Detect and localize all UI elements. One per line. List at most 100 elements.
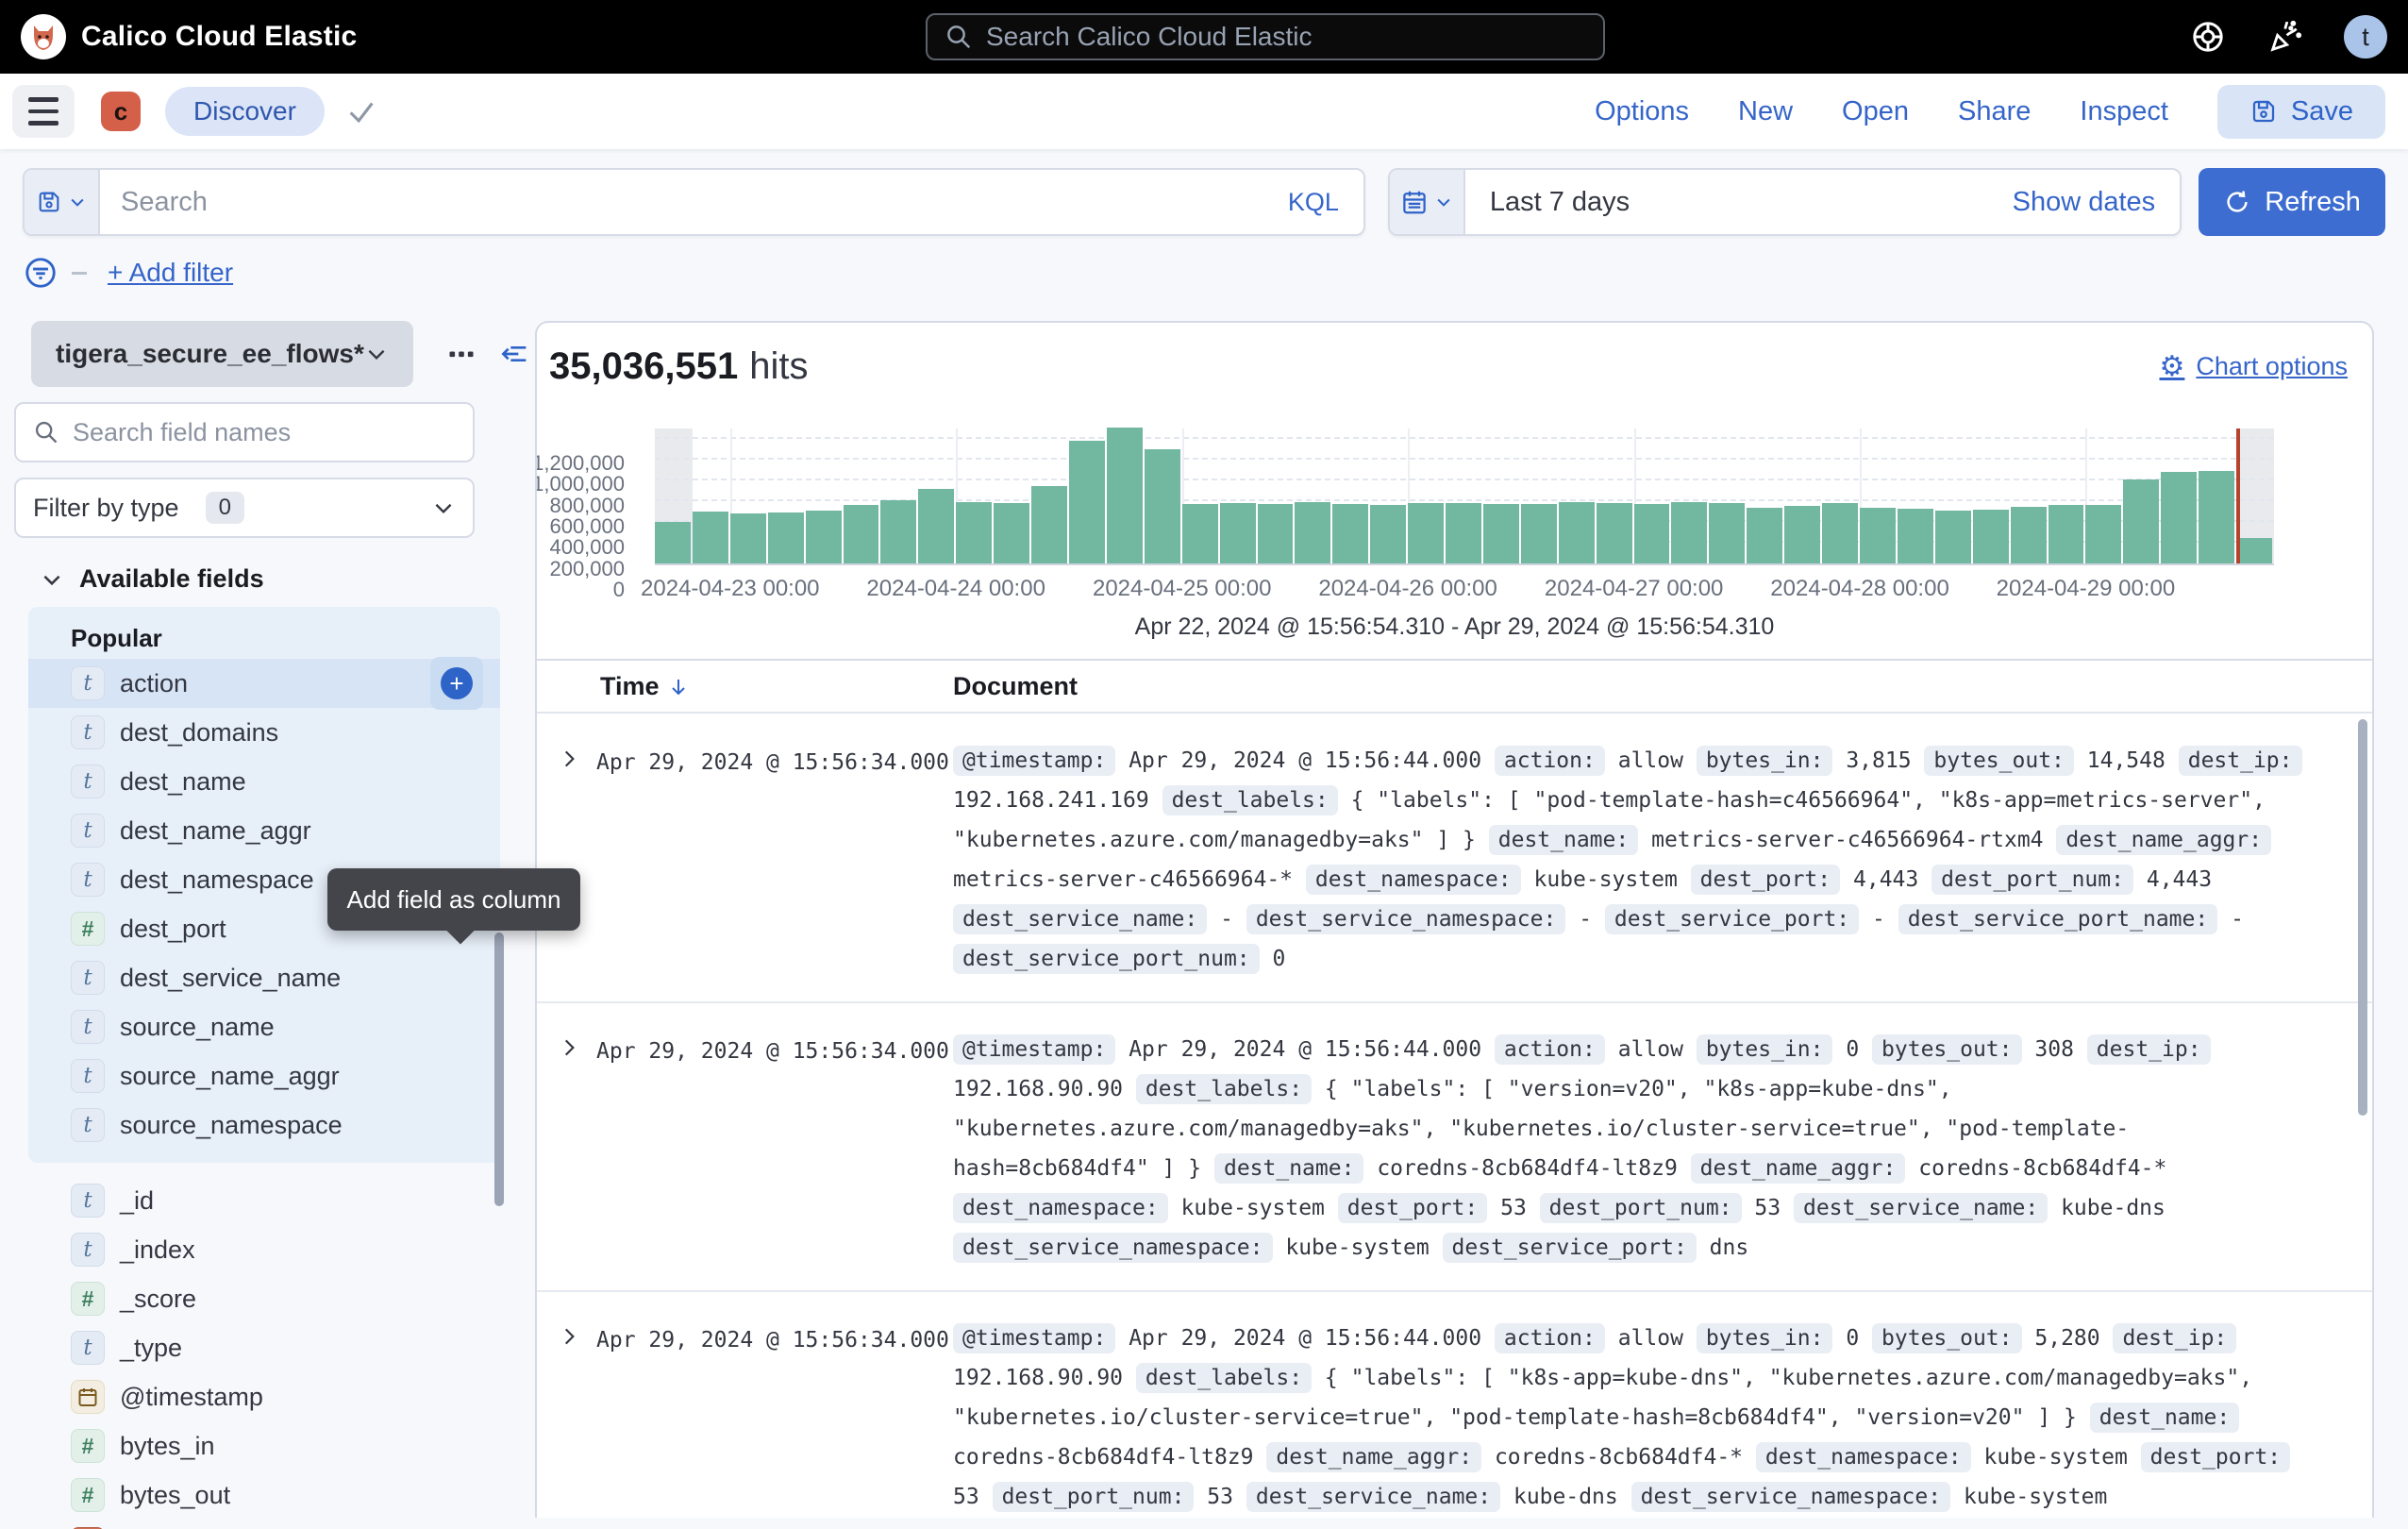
field-name-pill[interactable]: bytes_out: (1872, 1034, 2021, 1065)
field-name-pill[interactable]: dest_name: (1214, 1153, 1363, 1184)
global-search-input[interactable]: Search Calico Cloud Elastic (926, 13, 1605, 60)
histogram-bar[interactable] (1220, 503, 1256, 563)
boxes-horizontal-icon[interactable] (447, 340, 476, 368)
field-name-pill[interactable]: dest_name_aggr: (1691, 1153, 1906, 1184)
field-name-pill[interactable]: dest_service_port: (1443, 1233, 1697, 1263)
field-name-pill[interactable]: dest_port: (1691, 865, 1840, 895)
index-pattern-selector[interactable]: tigera_secure_ee_flows* (31, 321, 413, 387)
breadcrumb[interactable]: Discover (165, 87, 325, 136)
field-name-pill[interactable]: dest_port: (2141, 1442, 2290, 1472)
field-name-pill[interactable]: dest_ip: (2087, 1034, 2211, 1065)
kql-query-input[interactable]: Search KQL (23, 168, 1365, 236)
field-item-_id[interactable]: t_id (28, 1176, 500, 1225)
field-item-dest_name_aggr[interactable]: tdest_name_aggr (28, 806, 500, 855)
histogram-bar[interactable] (1860, 508, 1896, 563)
field-item-source_name[interactable]: tsource_name (28, 1002, 500, 1051)
histogram-bar[interactable] (1935, 511, 1971, 563)
histogram-bar[interactable] (918, 489, 954, 563)
histogram-bar[interactable] (1258, 504, 1294, 563)
open-link[interactable]: Open (1842, 96, 1909, 127)
field-name-pill[interactable]: dest_ip: (2179, 746, 2302, 776)
field-name-pill[interactable]: dest_labels: (1162, 785, 1338, 815)
histogram-bar[interactable] (806, 511, 842, 563)
field-item-dest_ip[interactable]: IPdest_ip (28, 1520, 500, 1529)
field-name-pill[interactable]: dest_service_namespace: (1631, 1482, 1951, 1512)
expand-row-icon[interactable] (557, 747, 581, 771)
add-filter-button[interactable]: + Add filter (108, 258, 233, 288)
field-name-pill[interactable]: dest_name: (2090, 1403, 2239, 1433)
date-picker[interactable]: Last 7 days Show dates (1388, 168, 2182, 236)
field-name-pill[interactable]: dest_port_num: (993, 1482, 1195, 1512)
histogram-bar[interactable] (956, 502, 992, 563)
field-item-_type[interactable]: t_type (28, 1323, 500, 1372)
histogram-bar[interactable] (2011, 507, 2047, 563)
filter-by-type-select[interactable]: Filter by type 0 (14, 478, 475, 538)
histogram-bar[interactable] (1671, 502, 1707, 563)
field-item-_score[interactable]: #_score (28, 1274, 500, 1323)
histogram-bar[interactable] (1784, 506, 1820, 563)
field-name-pill[interactable]: bytes_out: (1872, 1323, 2021, 1353)
show-dates-button[interactable]: Show dates (2013, 187, 2181, 218)
field-item-dest_domains[interactable]: tdest_domains (28, 708, 500, 757)
field-name-pill[interactable]: dest_namespace: (1306, 865, 1521, 895)
field-name-pill[interactable]: dest_port: (1338, 1193, 1487, 1223)
calico-logo[interactable] (21, 14, 66, 59)
field-name-pill[interactable]: dest_labels: (1136, 1074, 1312, 1104)
field-name-pill[interactable]: dest_service_namespace: (953, 1233, 1273, 1263)
field-name-pill[interactable]: action: (1495, 1034, 1605, 1065)
histogram-bar[interactable] (2048, 505, 2084, 563)
field-name-pill[interactable]: dest_port_num: (1540, 1193, 1742, 1223)
field-item-dest_service_name[interactable]: tdest_service_name (28, 953, 500, 1002)
field-name-pill[interactable]: dest_namespace: (1756, 1442, 1971, 1472)
field-name-pill[interactable]: dest_name_aggr: (2056, 825, 2271, 855)
expand-row-icon[interactable] (557, 1035, 581, 1060)
field-name-pill[interactable]: dest_port_num: (1931, 865, 2133, 895)
field-name-pill[interactable]: dest_service_name: (953, 904, 1207, 934)
histogram-bar[interactable] (994, 503, 1029, 563)
date-quick-menu[interactable] (1390, 170, 1465, 234)
field-name-pill[interactable]: dest_service_port_name: (1898, 904, 2218, 934)
histogram-bar[interactable] (1597, 503, 1632, 563)
field-name-pill[interactable]: dest_service_name: (1794, 1193, 2048, 1223)
histogram-bar[interactable] (655, 522, 691, 563)
field-name-pill[interactable]: bytes_in: (1697, 1323, 1833, 1353)
field-item-source_name_aggr[interactable]: tsource_name_aggr (28, 1051, 500, 1101)
histogram-bar[interactable] (1145, 449, 1180, 563)
expand-row-icon[interactable] (557, 1324, 581, 1349)
field-name-pill[interactable]: action: (1495, 1323, 1605, 1353)
inspect-link[interactable]: Inspect (2080, 96, 2168, 127)
add-field-as-column-button[interactable]: + (430, 657, 483, 710)
histogram-bar[interactable] (1031, 486, 1067, 564)
news-party-popper-icon[interactable] (2266, 18, 2304, 56)
histogram-bar[interactable] (1747, 508, 1782, 563)
field-name-pill[interactable]: @timestamp: (953, 1034, 1115, 1065)
histogram-bar[interactable] (1182, 504, 1218, 563)
available-fields-toggle[interactable]: Available fields (40, 564, 525, 594)
field-item-source_namespace[interactable]: tsource_namespace (28, 1101, 500, 1150)
sidebar-scrollbar[interactable] (494, 933, 504, 1206)
field-name-pill[interactable]: @timestamp: (953, 1323, 1115, 1353)
field-name-pill[interactable]: bytes_in: (1697, 746, 1833, 776)
field-name-pill[interactable]: action: (1495, 746, 1605, 776)
histogram-bar[interactable] (1408, 503, 1444, 563)
histogram-bar[interactable] (844, 505, 879, 563)
space-avatar[interactable]: c (101, 92, 141, 131)
user-avatar[interactable]: t (2344, 15, 2387, 59)
share-link[interactable]: Share (1958, 96, 2031, 127)
time-column-header[interactable]: Time (600, 672, 690, 701)
field-name-pill[interactable]: dest_namespace: (953, 1193, 1168, 1223)
histogram-bar[interactable] (2236, 538, 2272, 564)
histogram-bar[interactable] (730, 513, 766, 563)
histogram-bar[interactable] (2161, 472, 2197, 563)
field-item-bytes_out[interactable]: #bytes_out (28, 1470, 500, 1520)
histogram-bar[interactable] (1822, 503, 1858, 563)
field-name-pill[interactable]: @timestamp: (953, 746, 1115, 776)
field-name-pill[interactable]: dest_service_namespace: (1246, 904, 1566, 934)
hits-histogram[interactable] (655, 428, 2274, 565)
field-name-pill[interactable]: bytes_in: (1697, 1034, 1833, 1065)
kql-language-button[interactable]: KQL (1288, 188, 1363, 217)
histogram-bar[interactable] (768, 512, 804, 563)
histogram-bar[interactable] (1370, 505, 1406, 563)
field-name-pill[interactable]: bytes_out: (1924, 746, 2073, 776)
field-item-dest_name[interactable]: tdest_name (28, 757, 500, 806)
